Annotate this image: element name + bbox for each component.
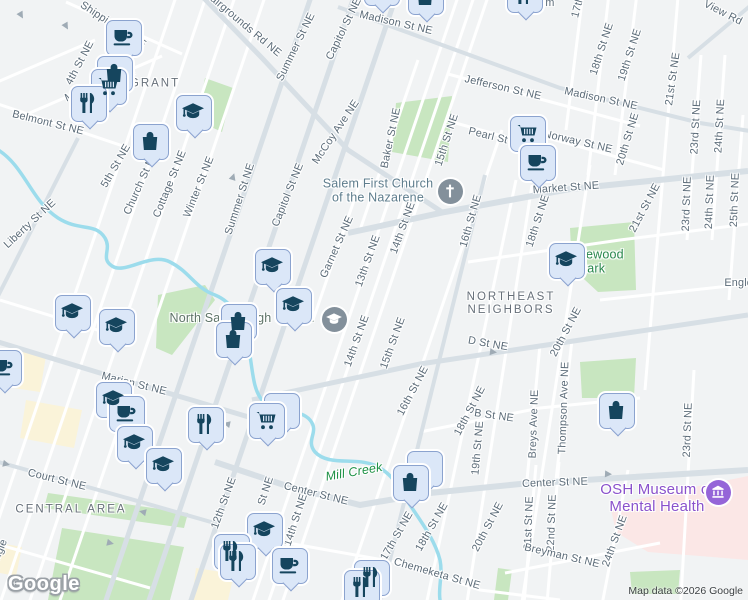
map-pin-cart[interactable] (249, 403, 285, 439)
grad-icon (281, 293, 305, 317)
grad-icon (151, 453, 175, 477)
street-label: 25th St NE (727, 172, 742, 228)
map-pin-restaurant[interactable] (507, 0, 543, 13)
museum-icon (709, 483, 727, 501)
map-pin-grad[interactable] (99, 309, 135, 345)
restaurant-icon (76, 91, 100, 115)
grad-icon (260, 254, 284, 278)
restaurant-icon (512, 0, 536, 6)
poi-circle-church[interactable] (437, 178, 463, 204)
coffee-icon (111, 25, 135, 49)
map-pin-grad[interactable] (247, 513, 283, 549)
street-label: 23rd St NE (679, 176, 694, 232)
street-label: m (545, 0, 555, 9)
map-pin-grad[interactable] (255, 249, 291, 285)
museum-label: OSH Museum of Mental Health (600, 480, 713, 515)
map-pin-grad[interactable] (55, 295, 91, 331)
area-label: GRANT (129, 77, 181, 90)
bag-icon (413, 0, 437, 8)
street-label: 23rd St NE (680, 402, 695, 458)
map-pin-blank[interactable] (364, 0, 400, 6)
map-pin-coffee[interactable] (0, 350, 22, 386)
map-pin-restaurant[interactable] (220, 544, 256, 580)
map-canvas[interactable]: Shipping St NEFairgrounds Rd NE4th St NE… (0, 0, 748, 600)
street-label: 22nd St NE (544, 494, 559, 552)
bag-icon (398, 470, 422, 494)
area-label: NORTHEAST NEIGHBORS (466, 290, 556, 316)
church-label: Salem First Church of the Nazarene (322, 176, 434, 205)
bag-icon (604, 398, 628, 422)
grad-icon (252, 518, 276, 542)
grad-icon (554, 248, 578, 272)
map-pin-grad[interactable] (146, 448, 182, 484)
coffee-icon (277, 553, 301, 577)
school-cap-icon (325, 310, 343, 328)
map-attribution: Map data ©2026 Google (628, 585, 743, 597)
street-label: 24th St NE (702, 174, 717, 230)
restaurant-icon (193, 412, 217, 436)
poi-circle-museum[interactable] (705, 479, 731, 505)
restaurant-icon (225, 549, 249, 573)
map-pin-coffee[interactable] (520, 145, 556, 181)
map-pin-coffee[interactable] (272, 548, 308, 584)
coffee-icon (525, 150, 549, 174)
map-pin-bag[interactable] (133, 124, 169, 160)
map-pin-bag[interactable] (408, 0, 444, 15)
map-pin-restaurant[interactable] (188, 407, 224, 443)
map-pin-grad[interactable] (549, 243, 585, 279)
restaurant-icon (349, 575, 373, 599)
grad-icon (122, 431, 146, 455)
grad-icon (104, 314, 128, 338)
map-pin-bag[interactable] (599, 393, 635, 429)
cart-icon (254, 408, 278, 432)
map-pin-grad[interactable] (176, 95, 212, 131)
poi-circle-school-cap[interactable] (321, 306, 347, 332)
street-label: Center St NE (521, 475, 589, 490)
area-label: CENTRAL AREA (15, 503, 127, 516)
bag-icon (138, 129, 162, 153)
street-label: Breys Ave NE (526, 389, 541, 459)
church-icon (441, 182, 459, 200)
cart-icon (515, 121, 539, 145)
map-pin-coffee[interactable] (106, 20, 142, 56)
bag-icon (221, 327, 245, 351)
map-pin-grad[interactable] (276, 288, 312, 324)
coffee-icon (0, 355, 15, 379)
map-pin-bag[interactable] (393, 465, 429, 501)
coffee-icon (114, 401, 138, 425)
grad-icon (60, 300, 84, 324)
google-logo[interactable]: Google (8, 573, 80, 596)
grad-icon (181, 100, 205, 124)
street-label: Englewood (724, 276, 748, 289)
